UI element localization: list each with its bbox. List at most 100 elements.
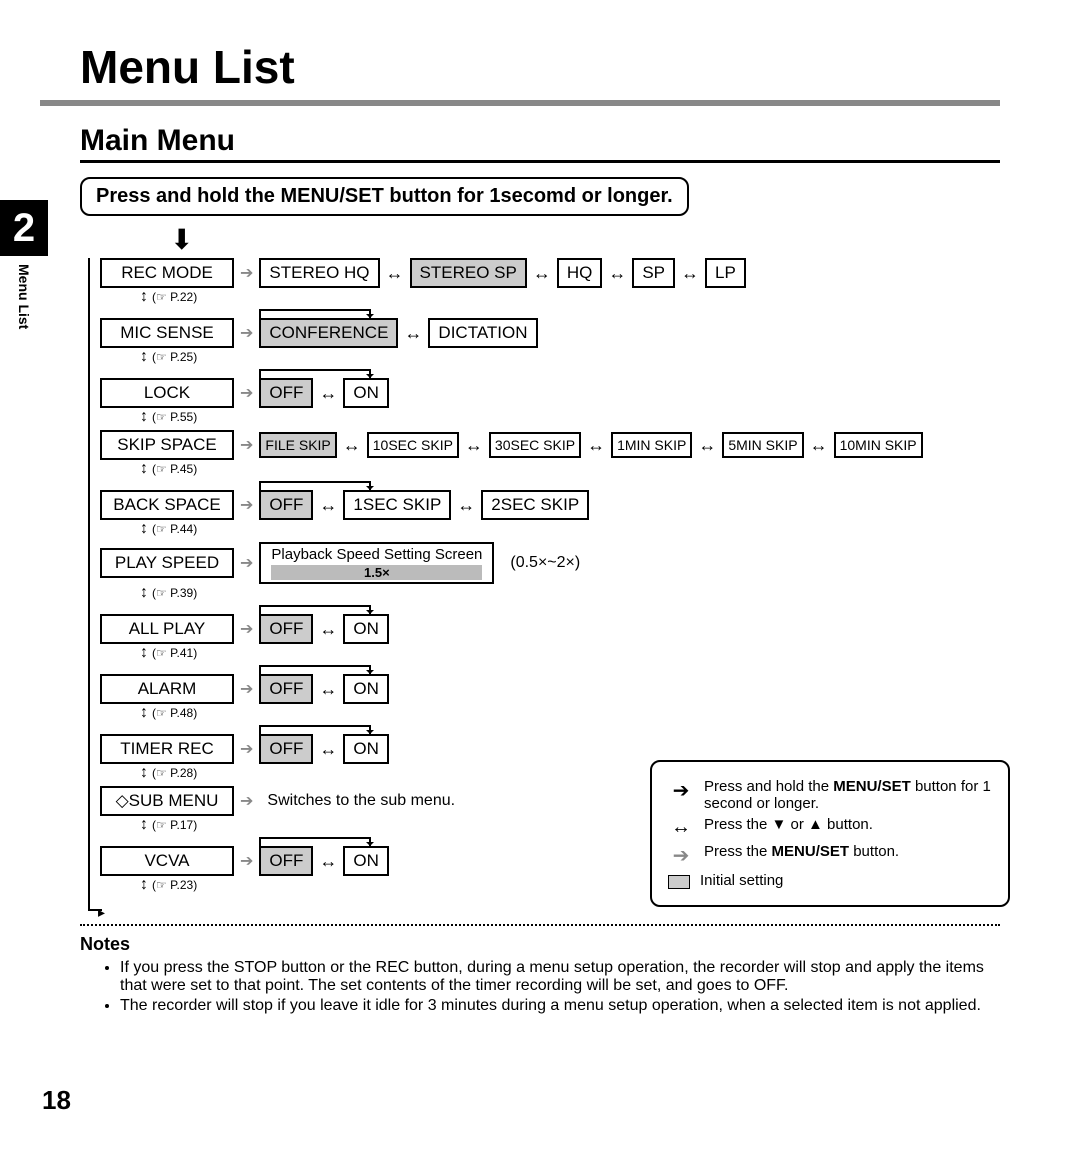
hold-arrow-icon: ➔ xyxy=(668,778,694,803)
menu-item-label: MIC SENSE xyxy=(100,318,234,348)
menu-item-label: SKIP SPACE xyxy=(100,430,234,460)
dbl-arrow-icon xyxy=(608,263,626,284)
subtitle: Main Menu xyxy=(80,124,1000,158)
arrow-right-icon xyxy=(240,495,253,515)
play-speed-range: (0.5×~2×) xyxy=(510,554,580,572)
option-cell: STEREO HQ xyxy=(259,258,379,288)
updown-icon: ↕ xyxy=(140,348,148,365)
menu-item-label: REC MODE xyxy=(100,258,234,288)
updown-icon: ↕ xyxy=(140,520,148,537)
arrow-right-icon xyxy=(240,263,253,283)
legend-box: ➔ Press and hold the MENU/SET button for… xyxy=(650,760,1010,907)
option-cell: CONFERENCE xyxy=(259,318,398,348)
arrow-right-icon xyxy=(240,679,253,699)
loop-bracket xyxy=(250,366,1000,378)
dbl-arrow-icon xyxy=(386,263,404,284)
option-cell: LP xyxy=(705,258,746,288)
note-item: The recorder will stop if you leave it i… xyxy=(120,997,1000,1015)
side-label: Menu List xyxy=(16,264,32,329)
title-rule xyxy=(40,100,1000,106)
arrow-right-icon xyxy=(240,791,253,811)
notes-heading: Notes xyxy=(80,934,1000,955)
legend-updown: Press the ▼ or ▲ button. xyxy=(704,816,873,833)
menu-row: BACK SPACE OFF 1SEC SKIP 2SEC SKIP xyxy=(100,490,1000,520)
page-ref: ↕(☞ P.22) xyxy=(140,288,1000,306)
dbl-arrow-icon xyxy=(587,435,605,456)
option-cell: OFF xyxy=(259,846,313,876)
dbl-arrow-icon xyxy=(319,679,337,700)
menu-row: LOCK OFF ON xyxy=(100,378,1000,408)
option-cell: HQ xyxy=(557,258,603,288)
option-cell: 2SEC SKIP xyxy=(481,490,589,520)
dbl-arrow-icon xyxy=(457,495,475,516)
menu-item-label: ◇SUB MENU xyxy=(100,786,234,816)
legend-hold: Press and hold the MENU/SET button for 1… xyxy=(704,778,992,812)
option-cell: SP xyxy=(632,258,675,288)
loop-bracket xyxy=(250,662,1000,674)
option-cell: 1MIN SKIP xyxy=(611,432,692,458)
submenu-text: Switches to the sub menu. xyxy=(267,792,455,810)
page-ref: ↕(☞ P.55) xyxy=(140,408,1000,426)
menu-row: PLAY SPEED Playback Speed Setting Screen1… xyxy=(100,542,1000,584)
legend-press: Press the MENU/SET button. xyxy=(704,843,899,860)
updown-icon: ↕ xyxy=(140,816,148,833)
dbl-arrow-icon xyxy=(319,383,337,404)
menu-item-label: PLAY SPEED xyxy=(100,548,234,578)
menu-row: ALARMOFFON xyxy=(100,674,1000,704)
dbl-arrow-icon xyxy=(533,263,551,284)
menu-row: SKIP SPACEFILE SKIP10SEC SKIP30SEC SKIP1… xyxy=(100,430,1000,460)
dbl-arrow-icon xyxy=(465,435,483,456)
option-cell: ON xyxy=(343,378,389,408)
option-cell: ON xyxy=(343,846,389,876)
dbl-arrow-icon xyxy=(319,619,337,640)
menu-item-label: LOCK xyxy=(100,378,234,408)
instruction-bar: Press and hold the MENU/SET button for 1… xyxy=(80,177,689,216)
dbl-arrow-icon xyxy=(319,851,337,872)
dbl-arrow-icon xyxy=(698,435,716,456)
menu-item-label: BACK SPACE xyxy=(100,490,234,520)
play-speed-screen: Playback Speed Setting Screen1.5× xyxy=(259,542,494,584)
loop-bracket xyxy=(250,478,1000,490)
page-title: Menu List xyxy=(80,40,1000,94)
option-cell: STEREO SP xyxy=(410,258,527,288)
notes-divider xyxy=(80,924,1000,926)
menu-row: MIC SENSECONFERENCEDICTATION xyxy=(100,318,1000,348)
dbl-arrow-icon xyxy=(319,495,337,516)
loop-bracket xyxy=(250,722,1000,734)
note-item: If you press the STOP button or the REC … xyxy=(120,959,1000,995)
arrow-right-icon xyxy=(240,323,253,343)
menu-item-label: VCVA xyxy=(100,846,234,876)
updown-icon: ↕ xyxy=(140,460,148,477)
page-number: 18 xyxy=(42,1085,71,1116)
arrow-right-icon xyxy=(240,553,253,573)
option-cell: 1SEC SKIP xyxy=(343,490,451,520)
notes-list: If you press the STOP button or the REC … xyxy=(80,959,1000,1015)
dbl-arrow-icon: ↔ xyxy=(668,816,694,839)
option-cell: 10MIN SKIP xyxy=(834,432,923,458)
menu-row: REC MODE STEREO HQ STEREO SP HQ SP LP xyxy=(100,258,1000,288)
option-cell: OFF xyxy=(259,490,313,520)
updown-icon: ↕ xyxy=(140,644,148,661)
page-ref: ↕(☞ P.39) xyxy=(140,584,1000,602)
updown-icon: ↕ xyxy=(140,704,148,721)
arrow-right-icon xyxy=(240,739,253,759)
option-cell: OFF xyxy=(259,378,313,408)
option-cell: ON xyxy=(343,674,389,704)
option-cell: ON xyxy=(343,734,389,764)
down-arrow-icon: ⬇ xyxy=(170,226,1000,254)
dbl-arrow-icon xyxy=(343,435,361,456)
dbl-arrow-icon xyxy=(681,263,699,284)
loop-bracket xyxy=(250,602,1000,614)
arrow-right-icon xyxy=(240,851,253,871)
option-cell: FILE SKIP xyxy=(259,432,336,458)
option-cell: 30SEC SKIP xyxy=(489,432,581,458)
page-ref: ↕(☞ P.25) xyxy=(140,348,1000,366)
updown-icon: ↕ xyxy=(140,764,148,781)
menu-item-label: TIMER REC xyxy=(100,734,234,764)
updown-icon: ↕ xyxy=(140,584,148,601)
arrow-right-icon xyxy=(240,383,253,403)
option-cell: OFF xyxy=(259,734,313,764)
option-cell: 5MIN SKIP xyxy=(722,432,803,458)
subtitle-rule xyxy=(80,160,1000,163)
menu-loop-spine xyxy=(88,258,90,910)
